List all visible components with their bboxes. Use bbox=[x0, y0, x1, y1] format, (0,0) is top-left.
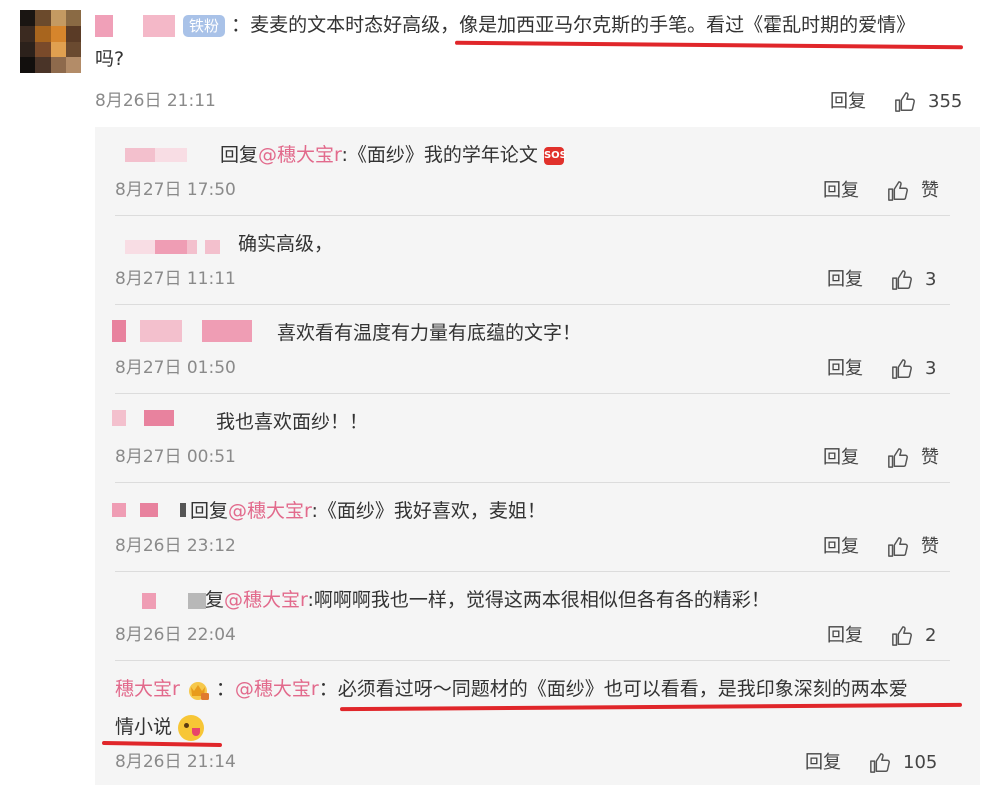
reply-7-actions: 回复 105 bbox=[805, 750, 937, 776]
main-comment-time: 8月26日 21:11 bbox=[95, 91, 216, 111]
like-count[interactable]: 赞 bbox=[921, 178, 939, 204]
reply-1-time: 8月27日 17:50 bbox=[115, 180, 236, 200]
username-blurred[interactable] bbox=[125, 148, 187, 162]
like-count: 355 bbox=[928, 91, 963, 112]
tongue-out-emoji-icon bbox=[178, 714, 205, 741]
mention-link[interactable]: @穗大宝r bbox=[228, 500, 311, 522]
thumbs-up-icon[interactable] bbox=[891, 269, 913, 291]
reply-button[interactable]: 回复 bbox=[827, 356, 863, 382]
reply-4-text: 我也喜欢面纱！！ bbox=[216, 411, 369, 433]
author-name[interactable]: 穗大宝r bbox=[115, 678, 180, 700]
main-comment-highlight: 像是加西亚马尔克斯的手笔。看过《霍乱时期的爱情》 bbox=[459, 14, 916, 36]
reply-button[interactable]: 回复 bbox=[827, 267, 863, 293]
reply-5-text: 回复@穗大宝r:《面纱》我好喜欢，麦姐！ bbox=[190, 500, 546, 522]
mention-link[interactable]: @穗大宝r bbox=[224, 589, 307, 611]
reply-5-time: 8月26日 23:12 bbox=[115, 536, 236, 556]
mention-link[interactable]: @穗大宝r bbox=[258, 144, 341, 166]
sos-emoji-icon: SOS bbox=[543, 146, 567, 165]
reply-1-actions: 回复 赞 bbox=[823, 178, 939, 204]
username-blurred[interactable] bbox=[125, 240, 220, 254]
reply-divider bbox=[115, 482, 950, 483]
reply-7-time: 8月26日 21:14 bbox=[115, 752, 236, 772]
like-count[interactable]: 赞 bbox=[921, 534, 939, 560]
crown-badge-icon bbox=[186, 679, 210, 701]
reply-3-text: 喜欢看有温度有力量有底蕴的文字！ bbox=[277, 322, 582, 344]
reply-1-text: 回复@穗大宝r:《面纱》我的学年论文 SOS bbox=[220, 144, 567, 166]
reply-2-text: 确实高级， bbox=[238, 233, 334, 255]
reply-divider bbox=[115, 660, 950, 661]
main-comment-text: ：麦麦的文本时态好高级， bbox=[231, 14, 460, 36]
avatar[interactable] bbox=[20, 10, 81, 73]
reply-2-time: 8月27日 11:11 bbox=[115, 269, 236, 289]
like-count: 105 bbox=[903, 752, 938, 773]
reply-2-actions: 回复 3 bbox=[827, 267, 936, 293]
thumbs-up-icon[interactable] bbox=[887, 536, 909, 558]
like-count: 3 bbox=[925, 358, 937, 379]
reply-4-time: 8月27日 00:51 bbox=[115, 447, 236, 467]
reply-button[interactable]: 回复 bbox=[830, 89, 866, 115]
reply-7-line2: 情小说 bbox=[115, 712, 205, 742]
author-reply-text: ：必须看过呀～同题材的《面纱》也可以看看，是我印象深刻的两本爱 bbox=[318, 678, 908, 700]
reply-button[interactable]: 回复 bbox=[805, 750, 841, 776]
like-count[interactable]: 赞 bbox=[921, 445, 939, 471]
main-comment-line1: 铁粉 ：麦麦的文本时态好高级，像是加西亚马尔克斯的手笔。看过《霍乱时期的爱情》 bbox=[95, 8, 985, 42]
reply-7-line1: 穗大宝r ：@穗大宝r：必须看过呀～同题材的《面纱》也可以看看，是我印象深刻的两… bbox=[115, 678, 908, 701]
username-blurred[interactable] bbox=[112, 410, 174, 426]
reply-divider bbox=[115, 304, 950, 305]
username-blurred[interactable] bbox=[112, 320, 252, 342]
reply-6-actions: 回复 2 bbox=[827, 623, 936, 649]
mention-link[interactable]: @穗大宝r bbox=[235, 678, 319, 700]
reply-divider bbox=[115, 215, 950, 216]
thumbs-up-icon[interactable] bbox=[894, 91, 916, 113]
reply-divider bbox=[115, 571, 950, 572]
thumbs-up-icon[interactable] bbox=[887, 180, 909, 202]
thumbs-up-icon[interactable] bbox=[891, 625, 913, 647]
reply-button[interactable]: 回复 bbox=[823, 178, 859, 204]
thumbs-up-icon[interactable] bbox=[891, 358, 913, 380]
username-blurred[interactable] bbox=[142, 593, 206, 609]
username-blurred[interactable] bbox=[112, 503, 186, 517]
main-comment-actions: 回复 355 bbox=[830, 89, 962, 115]
fan-badge: 铁粉 bbox=[183, 14, 226, 37]
reply-divider bbox=[115, 393, 950, 394]
reply-6-text: 复@穗大宝r:啊啊啊我也一样，觉得这两本很相似但各有各的精彩！ bbox=[205, 589, 770, 611]
reply-5-actions: 回复 赞 bbox=[823, 534, 939, 560]
reply-3-time: 8月27日 01:50 bbox=[115, 358, 236, 378]
reply-3-actions: 回复 3 bbox=[827, 356, 936, 382]
username-blurred[interactable] bbox=[95, 14, 175, 37]
thumbs-up-icon[interactable] bbox=[869, 752, 891, 774]
reply-button[interactable]: 回复 bbox=[823, 445, 859, 471]
reply-4-actions: 回复 赞 bbox=[823, 445, 939, 471]
reply-6-time: 8月26日 22:04 bbox=[115, 625, 236, 645]
reply-button[interactable]: 回复 bbox=[827, 623, 863, 649]
like-count: 2 bbox=[925, 625, 937, 646]
reply-button[interactable]: 回复 bbox=[823, 534, 859, 560]
thumbs-up-icon[interactable] bbox=[887, 447, 909, 469]
like-count: 3 bbox=[925, 269, 937, 290]
reply-thread: 回复@穗大宝r:《面纱》我的学年论文 SOS 8月27日 17:50 回复 赞 … bbox=[95, 127, 980, 785]
